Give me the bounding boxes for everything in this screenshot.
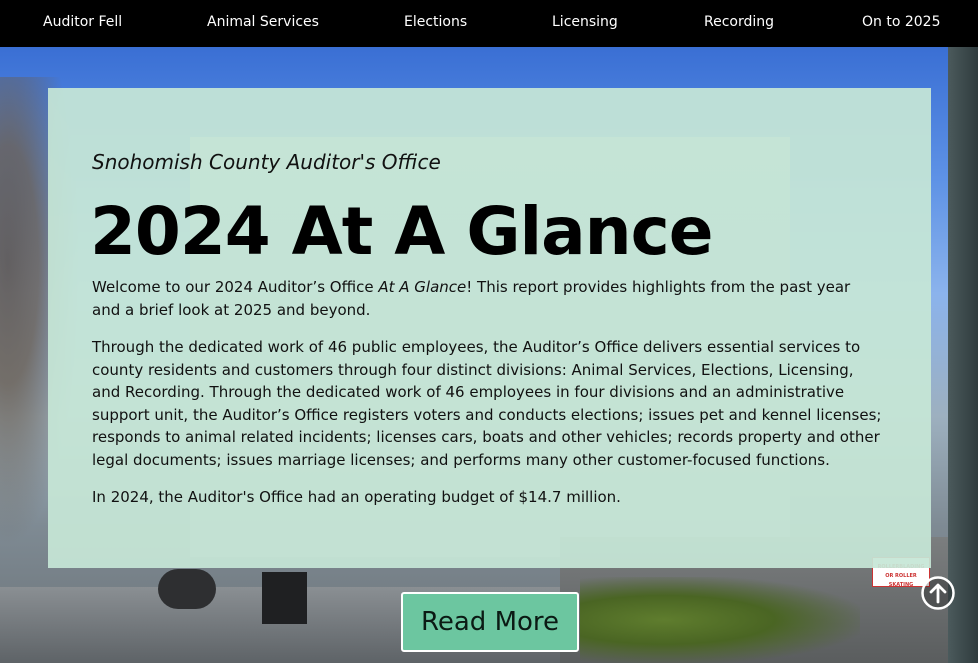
org-name: Snohomish County Auditor's Office — [92, 150, 441, 174]
nav-item-recording[interactable]: Recording — [704, 0, 774, 47]
arrow-up-circle-icon — [921, 576, 955, 610]
intro-text-start: Welcome to our 2024 Auditor’s Office — [92, 278, 379, 296]
nav-item-licensing[interactable]: Licensing — [552, 0, 618, 47]
page-title: 2024 At A Glance — [90, 193, 714, 270]
nav-item-animal-services[interactable]: Animal Services — [207, 0, 319, 47]
top-navigation: Auditor Fell Animal Services Elections L… — [0, 0, 978, 47]
budget-paragraph: In 2024, the Auditor's Office had an ope… — [92, 488, 621, 506]
background-shrubs — [580, 577, 860, 663]
background-stroller — [158, 569, 216, 609]
back-to-top-button[interactable] — [921, 576, 955, 610]
divisions-paragraph: Through the dedicated work of 46 public … — [92, 338, 882, 469]
background-ballot-box — [262, 572, 307, 624]
intro-emphasis: At A Glance — [378, 278, 467, 296]
nav-item-elections[interactable]: Elections — [404, 0, 467, 47]
background-pole — [948, 47, 978, 663]
intro-paragraph: Welcome to our 2024 Auditor’s Office At … — [92, 276, 882, 321]
read-more-button[interactable]: Read More — [401, 592, 579, 652]
hero-content: Welcome to our 2024 Auditor’s Office At … — [92, 276, 882, 524]
nav-item-auditor-fell[interactable]: Auditor Fell — [43, 0, 122, 47]
nav-item-on-to-2025[interactable]: On to 2025 — [862, 0, 940, 47]
hero-overlay-panel: Snohomish County Auditor's Office 2024 A… — [48, 88, 931, 568]
